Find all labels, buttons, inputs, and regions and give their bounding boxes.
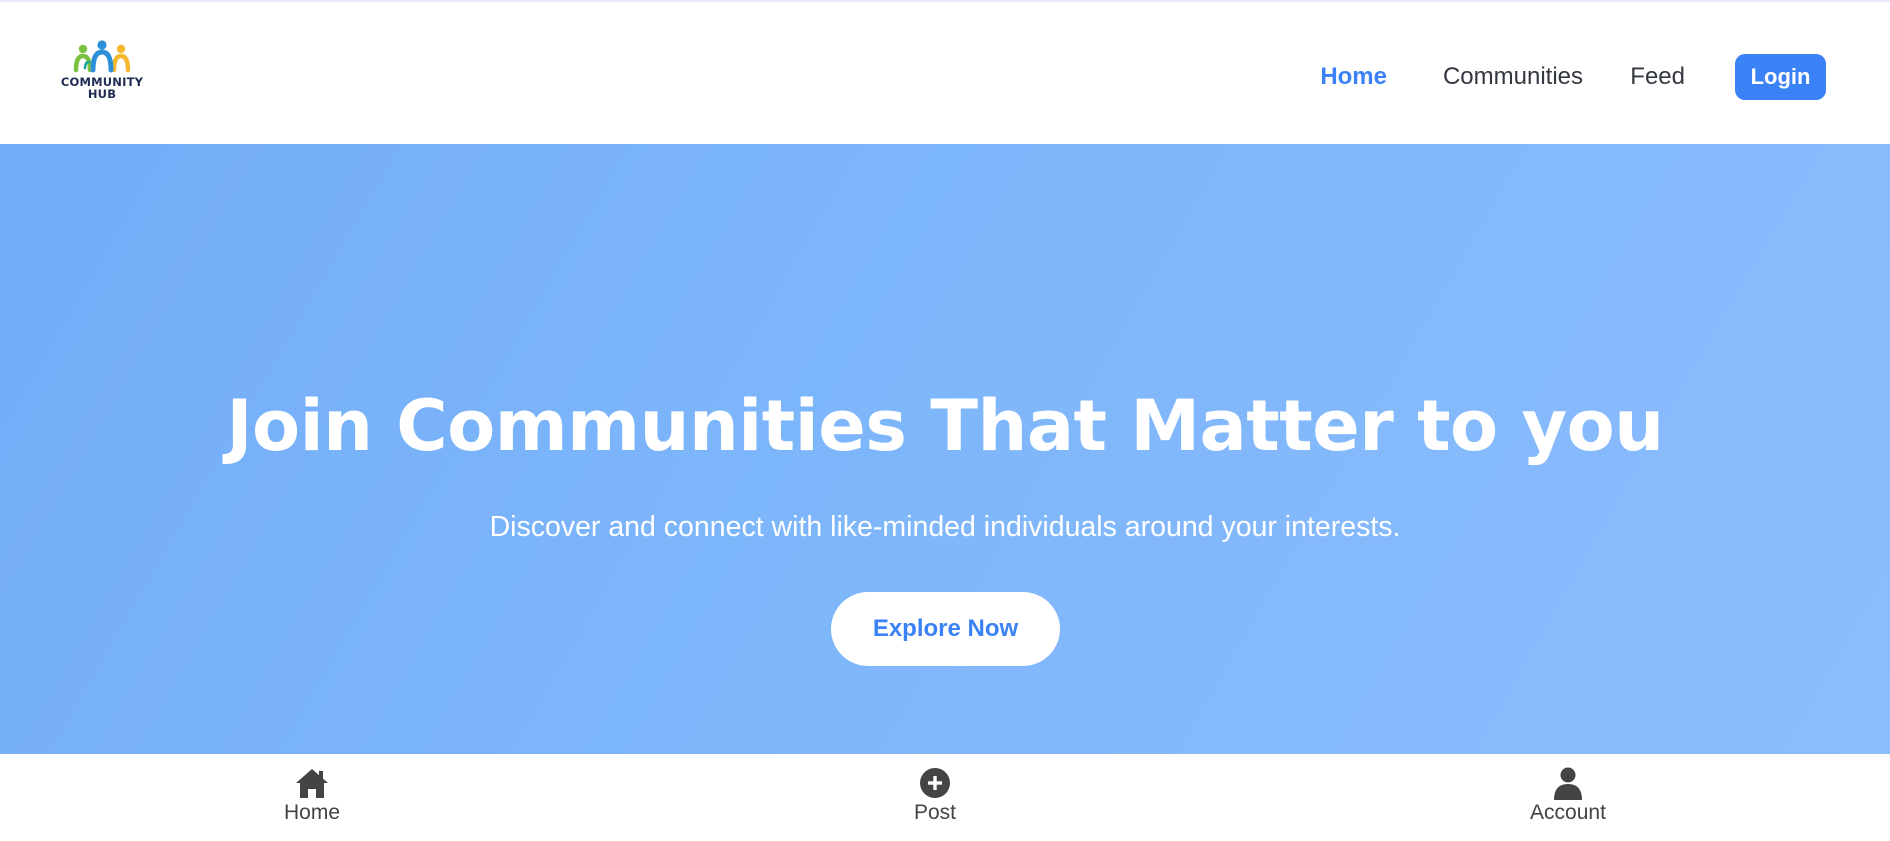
bottom-nav: Home Post Account bbox=[0, 754, 1890, 841]
bottom-nav-account-label: Account bbox=[1530, 801, 1606, 824]
bottom-nav-post-label: Post bbox=[913, 801, 957, 824]
bottom-nav-account[interactable]: Account bbox=[1488, 766, 1648, 836]
hero-subtitle: Discover and connect with like-minded in… bbox=[489, 511, 1401, 543]
hero-section: Join Communities That Matter to you Disc… bbox=[0, 144, 1890, 754]
explore-now-button[interactable]: Explore Now bbox=[831, 592, 1060, 666]
user-icon bbox=[1554, 767, 1582, 800]
nav-link-communities[interactable]: Communities bbox=[1443, 54, 1583, 100]
nav-link-home[interactable]: Home bbox=[1320, 54, 1387, 100]
community-people-icon bbox=[73, 40, 131, 73]
bottom-nav-home[interactable]: Home bbox=[232, 766, 392, 836]
nav-link-feed[interactable]: Feed bbox=[1630, 54, 1685, 100]
plus-circle-icon bbox=[920, 768, 950, 798]
hero-title: Join Communities That Matter to you bbox=[226, 385, 1664, 467]
login-button[interactable]: Login bbox=[1735, 54, 1826, 100]
top-header: COMMUNITY HUB Home Communities Feed Logi… bbox=[0, 0, 1890, 144]
bottom-nav-home-label: Home bbox=[283, 801, 341, 824]
logo-text-line2: HUB bbox=[87, 87, 117, 101]
bottom-nav-post[interactable]: Post bbox=[855, 766, 1015, 836]
logo[interactable]: COMMUNITY HUB bbox=[56, 40, 148, 106]
logo-text: COMMUNITY HUB bbox=[56, 76, 148, 100]
home-icon bbox=[296, 769, 328, 798]
